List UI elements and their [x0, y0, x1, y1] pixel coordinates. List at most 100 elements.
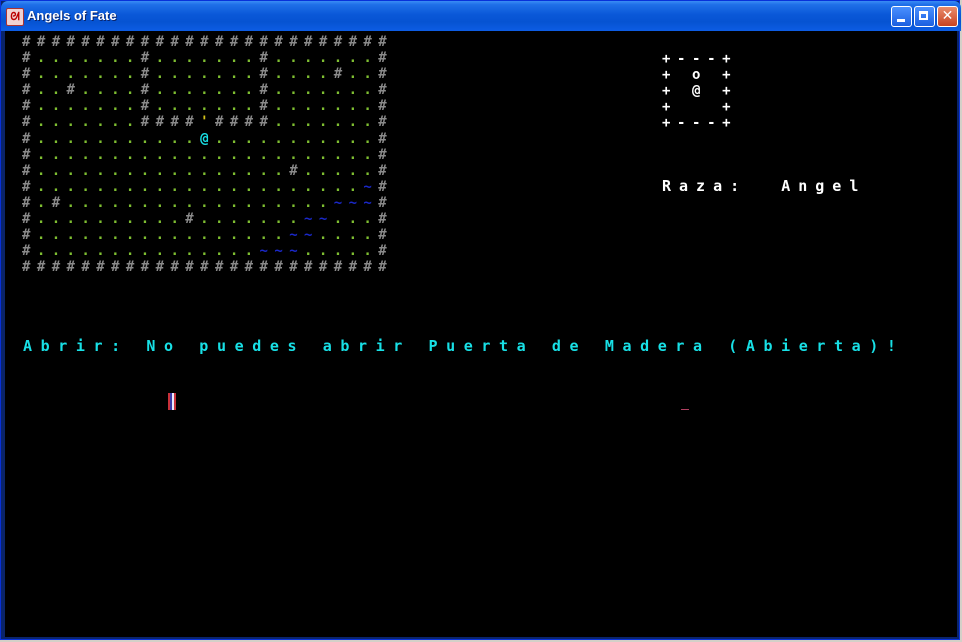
map-tile: .	[96, 211, 112, 228]
close-button[interactable]: ✕	[937, 6, 958, 27]
map-tile: .	[66, 178, 82, 195]
map-tile: .	[214, 243, 230, 260]
map-tile: ~	[363, 194, 379, 211]
map-tile: .	[348, 82, 364, 99]
map-tile: .	[289, 130, 305, 147]
map-tile: #	[333, 259, 349, 276]
map-tile: #	[200, 259, 215, 276]
map-tile: #	[289, 162, 305, 179]
map-tile: .	[96, 66, 112, 83]
map-tile: .	[170, 98, 186, 115]
map-tile: #	[140, 66, 156, 83]
map-tile: .	[333, 50, 349, 67]
map-tile: ~	[304, 211, 319, 228]
game-screen[interactable]: ######################### #.......#......…	[5, 31, 957, 637]
map-tile: .	[51, 178, 67, 195]
map-tile: .	[318, 66, 334, 83]
maximize-button[interactable]	[914, 6, 935, 27]
map-tile: .	[96, 146, 112, 163]
map-tile: #	[36, 259, 52, 276]
map-tile: .	[274, 98, 290, 115]
map-tile: #	[378, 114, 394, 131]
map-tile: #	[244, 34, 260, 50]
map-tile: .	[200, 211, 215, 228]
map-tile: .	[229, 243, 245, 260]
map-tile: #	[22, 227, 37, 244]
map-tile: .	[304, 243, 319, 260]
map-tile: .	[244, 98, 260, 115]
map-tile: #	[185, 259, 201, 276]
map-tile: .	[96, 50, 112, 67]
map-tile: .	[111, 211, 126, 228]
map-tile: .	[348, 211, 364, 228]
map-tile: .	[81, 82, 97, 99]
map-row: #.......................#	[22, 147, 393, 163]
minimap-row: +---+	[662, 51, 738, 67]
map-tile: .	[214, 50, 230, 67]
minimize-button[interactable]	[891, 6, 912, 27]
map-tile: .	[244, 227, 260, 244]
map-tile: .	[229, 211, 245, 228]
map-row: #..#....#.......#.......#	[22, 82, 393, 98]
map-tile: .	[304, 162, 319, 179]
map-tile: #	[140, 82, 156, 99]
map-tile: .	[244, 162, 260, 179]
map-tile: #	[185, 114, 201, 131]
map-tile: .	[66, 50, 82, 67]
map-tile: .	[51, 66, 67, 83]
map-row: #########################	[22, 259, 393, 275]
map-tile: #	[378, 50, 394, 67]
map-tile: .	[274, 211, 290, 228]
map-tile: .	[348, 50, 364, 67]
map-tile: .	[289, 98, 305, 115]
map-tile: #	[66, 259, 82, 276]
map-tile: .	[66, 227, 82, 244]
map-tile: .	[155, 130, 171, 147]
map-tile: .	[125, 98, 141, 115]
map-tile: .	[81, 243, 97, 260]
map-tile: .	[333, 178, 349, 195]
map-tile: .	[36, 162, 52, 179]
map-tile: .	[214, 146, 230, 163]
map-tile: #	[51, 34, 67, 50]
map-tile: #	[378, 98, 394, 115]
map-tile: .	[363, 211, 379, 228]
map-tile: #	[111, 34, 126, 50]
map-tile: #	[155, 114, 171, 131]
map-tile: #	[363, 259, 379, 276]
map-tile: .	[333, 243, 349, 260]
map-tile: #	[22, 259, 37, 276]
map-tile: .	[125, 243, 141, 260]
map-tile: .	[66, 243, 82, 260]
map-tile: ~	[289, 243, 305, 260]
map-tile: .	[200, 82, 215, 99]
map-tile: .	[214, 82, 230, 99]
map-tile: #	[259, 98, 275, 115]
map-tile: #	[170, 259, 186, 276]
map-row: #...........@...........#	[22, 131, 393, 147]
map-tile: #	[125, 34, 141, 50]
race-label: Raza:	[662, 177, 748, 195]
map-tile: #	[66, 34, 82, 50]
map-tile: .	[259, 130, 275, 147]
minimap-row: + @ +	[662, 83, 738, 99]
map-tile: .	[51, 114, 67, 131]
map-row: #.#..................~~~#	[22, 195, 393, 211]
map-tile: .	[244, 82, 260, 99]
race-value: Angel	[781, 177, 867, 195]
map-tile: .	[229, 162, 245, 179]
map-tile: .	[274, 227, 290, 244]
map-tile: .	[111, 66, 126, 83]
title-bar[interactable]: ᘛ Angels of Fate ✕	[1, 1, 961, 31]
map-tile: #	[155, 34, 171, 50]
map-tile: .	[259, 194, 275, 211]
map-tile: #	[259, 114, 275, 131]
dragon-icon[interactable]: ᘛ	[6, 8, 24, 26]
map-tile: .	[125, 194, 141, 211]
map-tile: #	[125, 259, 141, 276]
map-tile: .	[274, 194, 290, 211]
map-tile: .	[140, 211, 156, 228]
map-tile: #	[378, 259, 394, 276]
map-tile: .	[96, 162, 112, 179]
map-tile: .	[125, 130, 141, 147]
